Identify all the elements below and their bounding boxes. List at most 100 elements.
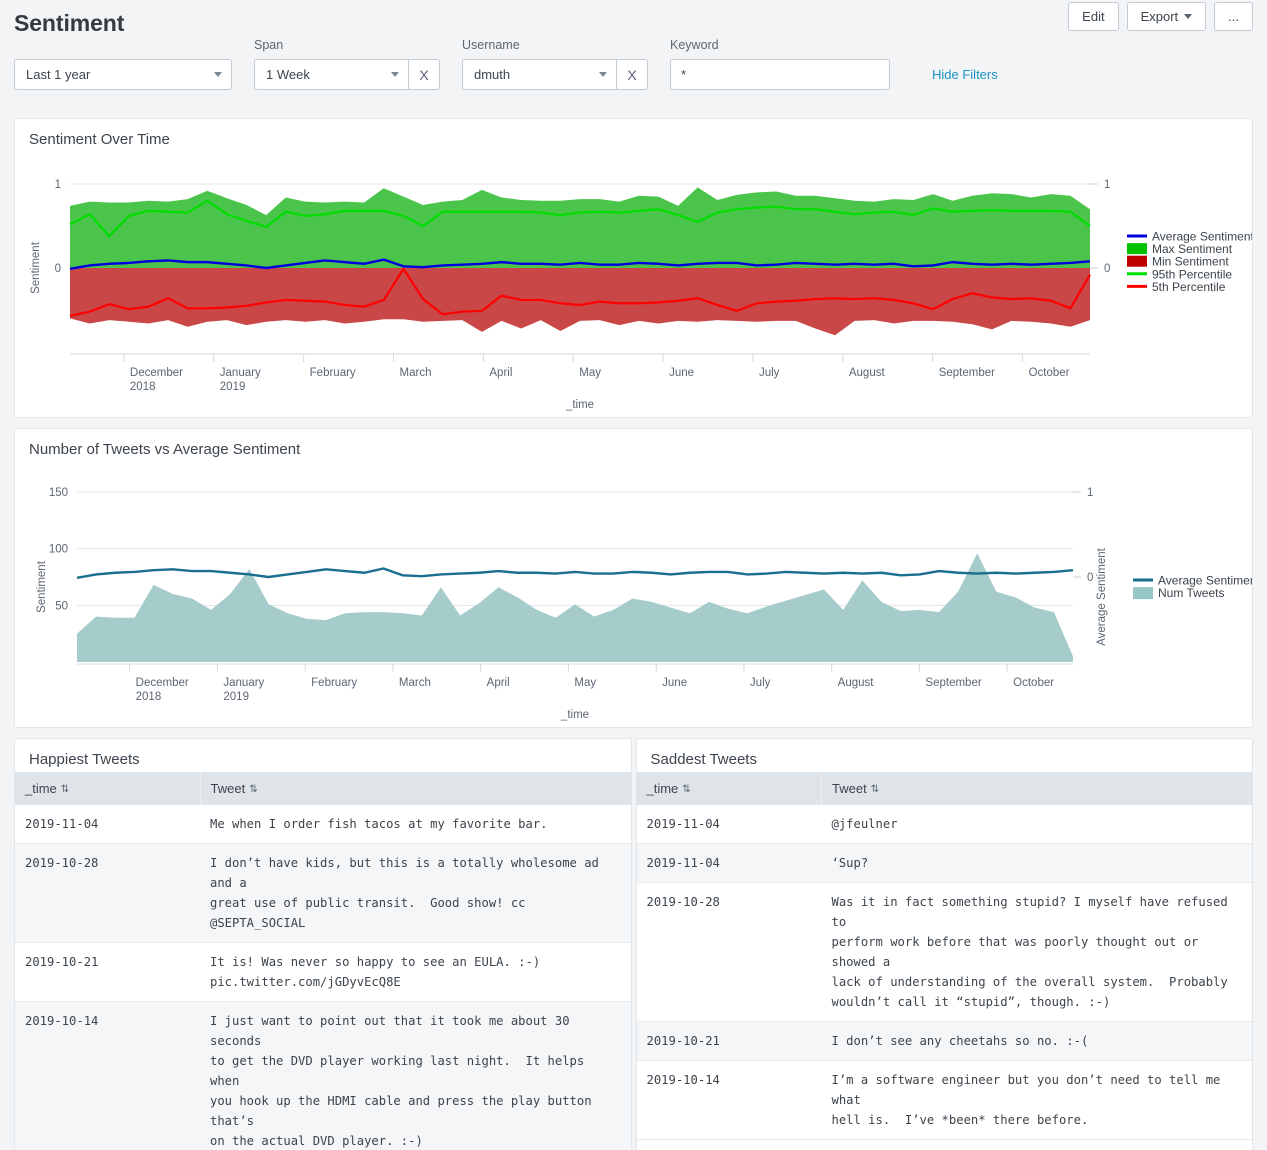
time-range-label bbox=[14, 38, 232, 54]
cell-tweet: It is! Was never so happy to see an EULA… bbox=[200, 942, 631, 1002]
saddest-tweets-table: _time ⇅ Tweet ⇅ 2019-11-04 @jfeulner 2019-11… bbox=[636, 772, 1252, 1140]
x-axis-tick-label: February bbox=[310, 367, 356, 379]
table-row: 2019-10-21 I don’t see any cheetahs so no… bbox=[636, 1021, 1252, 1061]
span-label: Span bbox=[254, 38, 284, 52]
cell-time: 2019-11-04 bbox=[636, 843, 822, 883]
chart-sentiment-over-time[interactable]: 1 1 0 0 December 2018 January 2019 February March… bbox=[15, 152, 1252, 417]
span-value: 1 Week bbox=[266, 67, 310, 82]
table-header-row: _time ⇅ Tweet ⇅ bbox=[636, 772, 1252, 805]
x-axis-tick-label: February bbox=[311, 677, 357, 689]
legend-swatch bbox=[1127, 243, 1147, 255]
x-axis-tick-sublabel: 2018 bbox=[136, 691, 162, 703]
x-axis-title: _time bbox=[560, 709, 589, 721]
x-axis-tick-label: August bbox=[849, 367, 886, 379]
legend-label: Num Tweets bbox=[1158, 586, 1224, 600]
export-button-label: Export bbox=[1140, 8, 1179, 24]
y-axis-tick-label: 1 bbox=[55, 179, 61, 191]
export-button[interactable]: Export bbox=[1126, 2, 1207, 31]
y-axis-tick-label: 0 bbox=[55, 263, 61, 275]
username-clear-button[interactable]: X bbox=[617, 59, 648, 90]
y-axis-title: Sentiment bbox=[30, 241, 42, 294]
column-header-time-label: _time bbox=[646, 781, 679, 796]
cell-tweet: I’m a software engineer but you don’t ne… bbox=[821, 1060, 1252, 1140]
cell-tweet: ‘Sup? bbox=[821, 843, 1252, 883]
sort-icon: ⇅ bbox=[870, 784, 880, 795]
keyword-input[interactable] bbox=[670, 59, 890, 90]
x-axis-tick-label: July bbox=[759, 367, 780, 379]
filter-username: Username dmuth X bbox=[462, 38, 648, 90]
column-header-time[interactable]: _time ⇅ bbox=[636, 772, 822, 805]
column-header-time[interactable]: _time ⇅ bbox=[15, 772, 201, 805]
happiest-table-body: 2019-11-04 Me when I order fish tacos at … bbox=[15, 805, 631, 1150]
username-label: Username bbox=[462, 38, 520, 52]
x-axis-tick-label: June bbox=[662, 677, 687, 689]
cell-time: 2019-10-14 bbox=[15, 1001, 200, 1150]
area-max-sentiment bbox=[70, 187, 1090, 268]
filter-time-range: Last 1 year bbox=[14, 38, 232, 90]
panel-title-happiest-tweets: Happiest Tweets bbox=[29, 751, 140, 768]
table-row: 2019-10-21 It is! Was never so happy to s… bbox=[15, 942, 631, 1002]
cell-tweet: @jfeulner bbox=[821, 805, 1252, 844]
x-axis-tick-label: January bbox=[223, 677, 264, 689]
panel-title-saddest-tweets: Saddest Tweets bbox=[650, 751, 757, 768]
table-row: 2019-11-04 Me when I order fish tacos at … bbox=[15, 805, 631, 844]
column-header-tweet-label: Tweet bbox=[832, 781, 867, 796]
x-axis-tick-label: January bbox=[220, 367, 261, 379]
filter-span: Span 1 Week X bbox=[254, 38, 440, 90]
panel-sentiment-over-time: Sentiment Over Time 1 1 0 0 December 2018 Janu… bbox=[14, 118, 1253, 418]
y-axis-tick-label: 150 bbox=[49, 487, 68, 499]
sort-icon: ⇅ bbox=[249, 784, 258, 795]
panel-saddest-tweets: Saddest Tweets _time ⇅ Tweet ⇅ 2019-11-04 @… bbox=[635, 738, 1253, 1150]
legend-swatch bbox=[1127, 255, 1147, 267]
y-axis-title: Sentiment bbox=[36, 560, 48, 613]
username-select[interactable]: dmuth bbox=[462, 59, 617, 90]
cell-tweet: I just want to point out that it took me… bbox=[200, 1001, 631, 1150]
time-range-select[interactable]: Last 1 year bbox=[14, 59, 232, 90]
x-axis-tick-label: July bbox=[750, 677, 771, 689]
table-row: 2019-10-14 I’m a software engineer but yo… bbox=[636, 1060, 1252, 1140]
x-axis-tick-label: December bbox=[130, 367, 183, 379]
y2-axis-tick-label: 0 bbox=[1104, 263, 1110, 275]
y2-axis-tick-label: 1 bbox=[1104, 179, 1110, 191]
table-row: 2019-10-28 Was it in fact something stupi… bbox=[636, 882, 1252, 1022]
time-range-value: Last 1 year bbox=[26, 67, 91, 82]
column-header-tweet[interactable]: Tweet ⇅ bbox=[821, 772, 1252, 805]
area-num-tweets bbox=[77, 553, 1073, 662]
cell-time: 2019-10-21 bbox=[15, 942, 200, 1002]
saddest-table-body: 2019-11-04 @jfeulner 2019-11-04 ‘Sup? 2019-1… bbox=[636, 805, 1252, 1140]
edit-button[interactable]: Edit bbox=[1068, 2, 1119, 31]
table-row: 2019-10-28 I don’t have kids, but this is… bbox=[15, 843, 631, 943]
keyword-label: Keyword bbox=[670, 38, 719, 52]
happiest-tweets-table: _time ⇅ Tweet ⇅ 2019-11-04 Me when I order … bbox=[15, 772, 631, 1150]
sort-icon: ⇅ bbox=[682, 784, 691, 795]
x-axis-tick-label: October bbox=[1029, 367, 1070, 379]
close-icon: X bbox=[627, 66, 637, 83]
column-header-tweet[interactable]: Tweet ⇅ bbox=[200, 772, 631, 805]
column-header-tweet-label: Tweet bbox=[210, 781, 246, 796]
chart-tweets-vs-sentiment[interactable]: 150 100 50 1 0 December 2018 January 2019 Februar… bbox=[15, 462, 1252, 727]
cell-tweet: I don’t see any cheetahs so no. :-( bbox=[821, 1021, 1252, 1061]
legend-label: 5th Percentile bbox=[1152, 280, 1226, 294]
x-axis-tick-sublabel: 2018 bbox=[130, 381, 156, 393]
table-row: 2019-11-04 ‘Sup? bbox=[636, 843, 1252, 883]
span-clear-button[interactable]: X bbox=[409, 59, 440, 90]
cell-time: 2019-10-28 bbox=[15, 843, 200, 943]
x-axis-tick-label: May bbox=[579, 367, 601, 379]
cell-time: 2019-11-04 bbox=[15, 805, 200, 844]
hide-filters-link[interactable]: Hide Filters bbox=[932, 67, 998, 90]
dashboard-page: Sentiment Edit Export ... Last 1 year Sp… bbox=[0, 0, 1267, 1150]
span-select[interactable]: 1 Week bbox=[254, 59, 409, 90]
panel-happiest-tweets: Happiest Tweets _time ⇅ Tweet ⇅ 2019-11-04… bbox=[14, 738, 632, 1150]
chevron-down-icon bbox=[599, 72, 607, 77]
panel-title-sentiment-over-time: Sentiment Over Time bbox=[29, 131, 170, 148]
x-axis-tick-sublabel: 2019 bbox=[220, 381, 246, 393]
tables-row: Happiest Tweets _time ⇅ Tweet ⇅ 2019-11-04… bbox=[14, 738, 1253, 1150]
x-axis-tick-label: October bbox=[1013, 677, 1054, 689]
filter-bar: Last 1 year Span 1 Week X Username dmuth… bbox=[14, 38, 1253, 90]
chevron-down-icon bbox=[391, 72, 399, 77]
y2-axis-tick-label: 0 bbox=[1087, 572, 1093, 584]
happiest-table-head: _time ⇅ Tweet ⇅ bbox=[15, 772, 631, 805]
cell-tweet: Was it in fact something stupid? I mysel… bbox=[821, 882, 1252, 1022]
column-header-time-label: _time bbox=[25, 781, 57, 796]
more-options-button[interactable]: ... bbox=[1214, 2, 1253, 31]
